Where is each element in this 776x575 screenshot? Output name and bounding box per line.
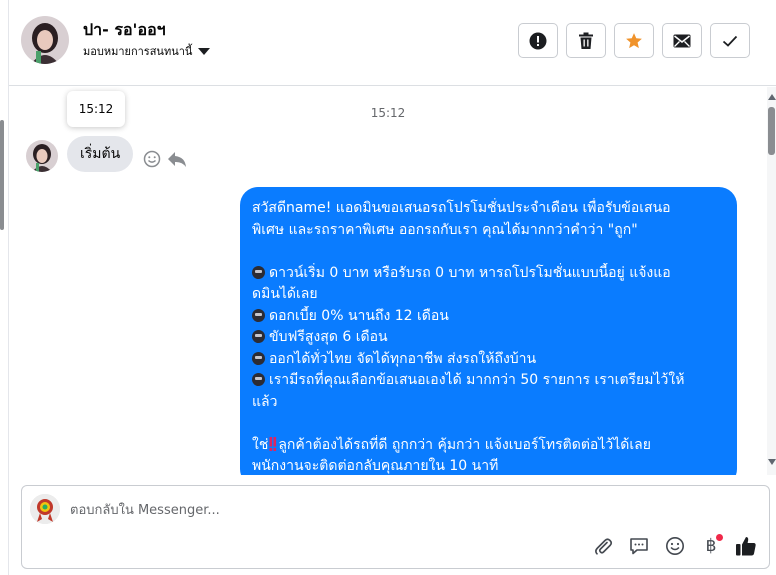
- message-line: เรามีรถที่คุณเลือกข้อเสนอเองได้ มากกว่า …: [252, 370, 725, 392]
- chevron-down-icon: [198, 47, 211, 55]
- timestamp-tooltip: 15:12: [67, 91, 125, 127]
- car-icon: [252, 351, 265, 365]
- assign-label: มอบหมายการสนทนานี้: [83, 45, 193, 58]
- conversation-header: ปา- รอ'ออฯ มอบหมายการสนทนานี้: [9, 0, 776, 86]
- message-line-text: เรามีรถที่คุณเลือกข้อเสนอเองได้ มากกว่า …: [269, 372, 685, 388]
- attach-file-button[interactable]: [591, 534, 615, 558]
- message-line-text: ลูกค้าต้องได้รถที่ดี ถูกกว่า คุ้มกว่า แจ…: [278, 436, 651, 453]
- assign-conversation-dropdown[interactable]: มอบหมายการสนทนานี้: [83, 42, 211, 60]
- saved-reply-icon: [630, 538, 648, 555]
- car-icon: [252, 373, 265, 386]
- incoming-message-text: เริ่มต้น: [80, 146, 121, 162]
- scrollbar-thumb[interactable]: [768, 107, 775, 155]
- message-line: ดมินได้เลย: [252, 286, 318, 302]
- mark-done-button[interactable]: [710, 23, 750, 58]
- message-line-text: ขับฟรีสูงสุด 6 เดือน: [269, 329, 388, 345]
- baht-payment-icon: ฿: [705, 536, 717, 556]
- message-line-text: ใช่: [252, 436, 269, 453]
- car-icon: [252, 330, 265, 343]
- emoji-button[interactable]: [663, 534, 687, 558]
- message-line: ออกได้ทั่วไทย จัดได้ทุกอาชีพ ส่งรถให้ถึง…: [252, 349, 725, 371]
- reply-icon[interactable]: [167, 150, 187, 172]
- star-icon: [626, 32, 642, 48]
- paperclip-icon: [595, 538, 613, 555]
- envelope-icon: [673, 34, 691, 47]
- message-line: สวัสดีname! แอดมินขอเสนอรถโปรโมชั่นประจำ…: [252, 200, 671, 216]
- page-avatar: [30, 494, 60, 524]
- message-line-text: ออกได้ทั่วไทย จัดได้ทุกอาชีพ ส่งรถให้ถึง…: [269, 350, 537, 367]
- payment-button[interactable]: ฿: [699, 534, 723, 558]
- scroll-up-arrow-icon[interactable]: [768, 94, 776, 100]
- contact-name: ปา- รอ'ออฯ: [83, 20, 166, 39]
- car-icon: [252, 265, 265, 279]
- checkmark-icon: [722, 35, 738, 47]
- message-thread[interactable]: 15:12 15:12 เริ่มต้น สวัสดีname! แอดมินข…: [9, 87, 767, 475]
- car-icon: [252, 308, 265, 322]
- delete-button[interactable]: [566, 23, 606, 58]
- double-exclamation-icon: [269, 436, 277, 451]
- message-line-text: ดาวน์เริ่ม 0 บาท หรือรับรถ 0 บาท หารถโปร…: [269, 264, 671, 281]
- thread-scrollbar[interactable]: [767, 87, 776, 475]
- message-line: ขับฟรีสูงสุด 6 เดือน: [252, 327, 725, 349]
- star-button[interactable]: [614, 23, 654, 58]
- saved-replies-button[interactable]: [627, 534, 651, 558]
- outgoing-message-bubble[interactable]: สวัสดีname! แอดมินขอเสนอรถโปรโมชั่นประจำ…: [240, 187, 737, 475]
- left-scroll-grip[interactable]: [0, 120, 4, 230]
- like-button[interactable]: [734, 534, 758, 558]
- message-line: พนักงานจะติดต่อกลับคุณภายใน 10 นาที: [252, 458, 499, 474]
- message-line: ใช่ ลูกค้าต้องได้รถที่ดี ถูกกว่า คุ้มกว่า…: [252, 435, 725, 457]
- mark-unread-button[interactable]: [662, 23, 702, 58]
- contact-avatar-small[interactable]: [26, 140, 58, 172]
- message-line: พิเศษ และรถราคาพิเศษ ออกรถกับเรา คุณได้ม…: [252, 221, 638, 238]
- notification-dot: [716, 534, 723, 541]
- message-line-text: ดอกเบี้ย 0% นานถึง 12 เดือน: [269, 307, 449, 324]
- emoji-icon: [666, 537, 684, 555]
- message-line: ดอกเบี้ย 0% นานถึง 12 เดือน: [252, 306, 725, 328]
- thumbs-up-icon: [736, 537, 756, 556]
- trash-icon: [579, 32, 593, 49]
- contact-avatar[interactable]: [21, 16, 69, 64]
- incoming-message-bubble[interactable]: เริ่มต้น: [67, 136, 134, 172]
- window-left-edge: [0, 0, 9, 575]
- exclamation-circle-icon: [529, 32, 547, 49]
- reply-input[interactable]: [70, 500, 670, 520]
- scroll-down-arrow-icon[interactable]: [768, 459, 776, 465]
- reply-composer: ฿: [21, 485, 770, 569]
- react-icon[interactable]: [143, 150, 161, 172]
- message-line: แล้ว: [252, 393, 278, 410]
- mark-spam-button[interactable]: [518, 23, 558, 58]
- message-line: ดาวน์เริ่ม 0 บาท หรือรับรถ 0 บาท หารถโปร…: [252, 263, 725, 285]
